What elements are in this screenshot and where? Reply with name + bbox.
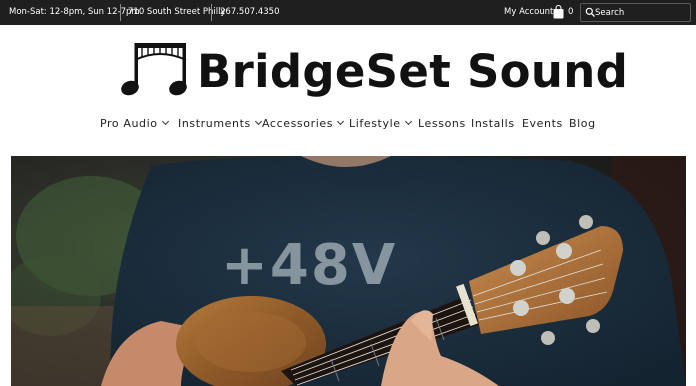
nav-item-lifestyle[interactable]: Lifestyle [349, 115, 412, 133]
hero-image: +48V [11, 156, 686, 386]
main-nav: Pro Audio Instruments Accessories Lifest… [0, 115, 696, 133]
nav-item-accessories[interactable]: Accessories [262, 115, 345, 133]
nav-label: Blog [569, 117, 596, 130]
search-input[interactable] [595, 5, 687, 20]
ukulele-player-photo: +48V [11, 156, 686, 386]
chevron-down-icon [254, 117, 262, 126]
store-phone[interactable]: 267.507.4350 [220, 0, 279, 25]
music-note-bridge-icon [121, 43, 187, 96]
nav-label: Pro Audio [100, 117, 158, 130]
search-box[interactable] [580, 3, 691, 22]
nav-item-lessons[interactable]: Lessons [418, 115, 466, 133]
nav-item-installs[interactable]: Installs [471, 115, 515, 133]
shopping-bag-icon[interactable] [553, 5, 564, 19]
cart-count[interactable]: 0 [568, 0, 573, 25]
nav-label: Lessons [418, 117, 466, 130]
site-logo[interactable]: BridgeSet Sound [120, 40, 628, 104]
chevron-down-icon [404, 117, 412, 126]
nav-label: Lifestyle [349, 117, 401, 130]
divider [120, 4, 121, 21]
my-account-link[interactable]: My Account [504, 0, 553, 25]
top-bar: Mon-Sat: 12-8pm, Sun 12-7pm 710 South St… [0, 0, 696, 25]
nav-label: Events [522, 117, 563, 130]
chevron-down-icon [161, 117, 169, 126]
nav-label: Instruments [178, 117, 251, 130]
brand-name: BridgeSet Sound [197, 45, 629, 98]
nav-item-blog[interactable]: Blog [569, 115, 596, 133]
shirt-print: +48V [221, 233, 397, 298]
nav-label: Installs [471, 117, 515, 130]
nav-label: Accessories [262, 117, 334, 130]
divider [211, 4, 212, 21]
nav-item-pro-audio[interactable]: Pro Audio [100, 115, 169, 133]
nav-item-instruments[interactable]: Instruments [178, 115, 262, 133]
chevron-down-icon [337, 117, 345, 126]
nav-item-events[interactable]: Events [522, 115, 563, 133]
